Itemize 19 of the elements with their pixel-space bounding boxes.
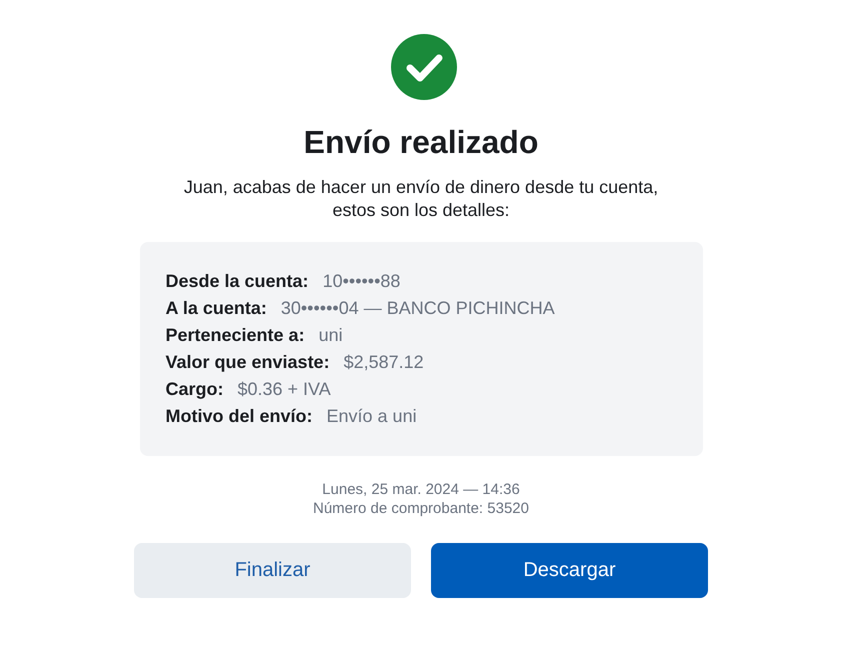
detail-label: Desde la cuenta: [166,270,309,293]
detail-label: A la cuenta: [166,297,267,320]
download-button[interactable]: Descargar [431,543,708,598]
detail-value: $2,587.12 [344,351,424,374]
finish-button[interactable]: Finalizar [134,543,411,598]
detail-value: uni [318,324,343,347]
success-check-icon [391,34,457,100]
detail-value: 10••••••88 [322,270,400,293]
detail-label: Cargo: [166,378,224,401]
detail-label: Motivo del envío: [166,405,313,428]
receipt-number: Número de comprobante: 53520 [313,499,529,518]
page-title: Envío realizado [304,123,538,162]
detail-value: $0.36 + IVA [238,378,331,401]
detail-label: Valor que enviaste: [166,351,330,374]
transfer-date: Lunes, 25 mar. 2024 — 14:36 [322,480,520,499]
detail-value: 30••••••04 — BANCO PICHINCHA [280,297,555,320]
confirmation-message: Juan, acabas de hacer un envío de dinero desde tu cuenta, estos son los detalles: [182,176,660,222]
detail-label: Perteneciente a: [166,324,305,347]
detail-value: Envío a uni [326,405,417,428]
